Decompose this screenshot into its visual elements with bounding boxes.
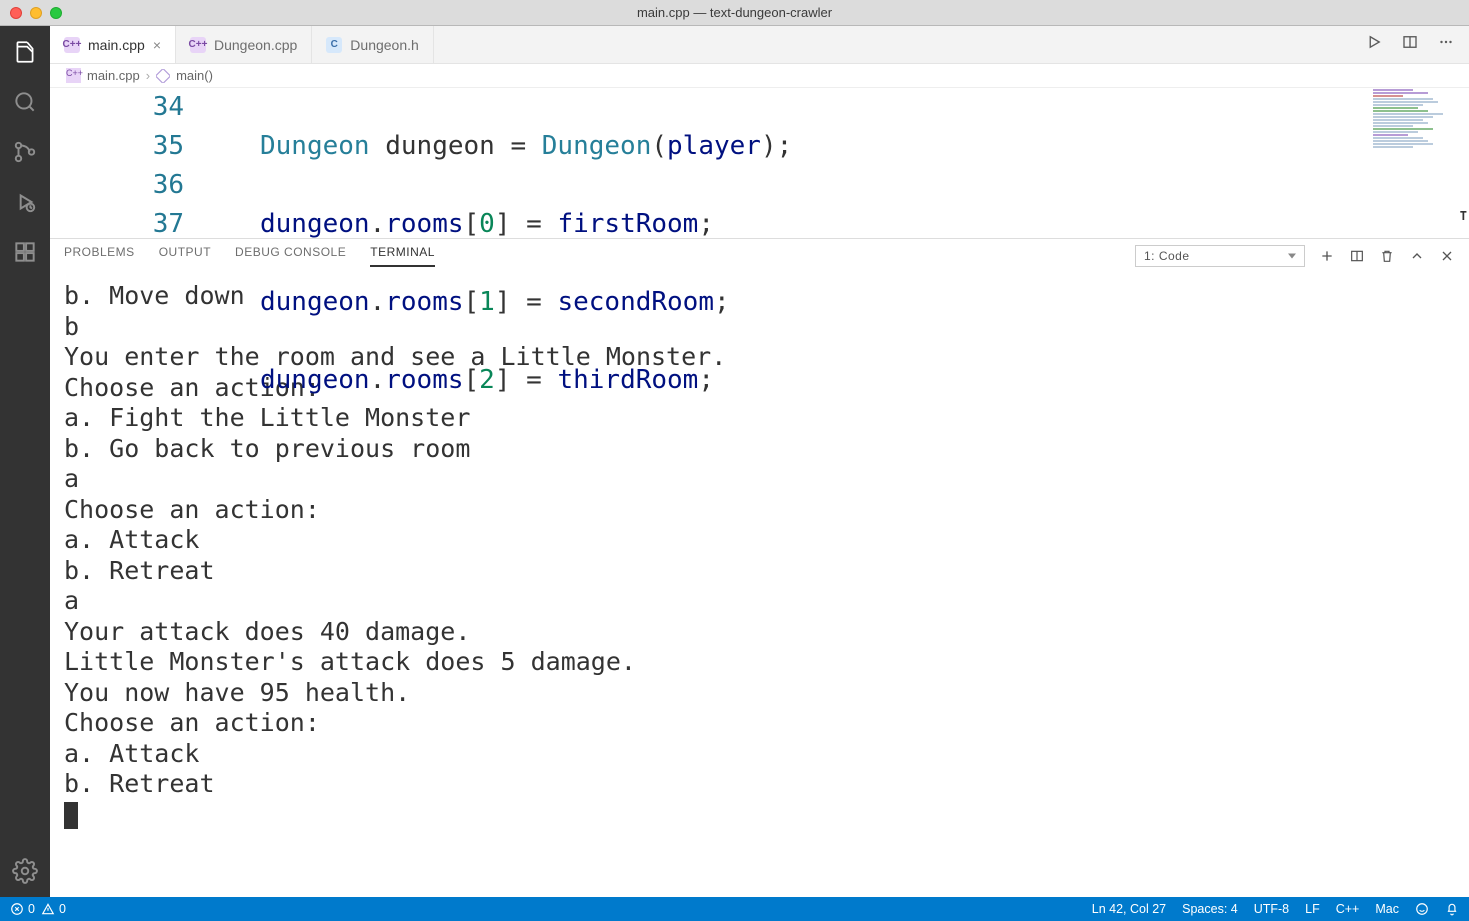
status-encoding[interactable]: UTF-8 xyxy=(1254,902,1289,916)
status-errors[interactable]: 0 xyxy=(10,902,35,916)
split-editor-icon[interactable] xyxy=(1401,33,1419,56)
line-gutter: 34 35 36 37 xyxy=(50,88,210,238)
cpp-file-icon: C++ xyxy=(66,68,81,83)
tab-label: Dungeon.h xyxy=(350,37,419,53)
status-language[interactable]: C++ xyxy=(1336,902,1360,916)
editor-tabs: C++ main.cpp × C++ Dungeon.cpp C Dungeon… xyxy=(50,26,1469,64)
run-icon[interactable] xyxy=(1365,33,1383,56)
window-titlebar: main.cpp — text-dungeon-crawler xyxy=(0,0,1469,26)
h-file-icon: C xyxy=(326,37,342,53)
source-control-icon[interactable] xyxy=(11,138,39,166)
line-number: 36 xyxy=(50,166,184,205)
terminal-cursor xyxy=(64,802,78,829)
status-warnings[interactable]: 0 xyxy=(41,902,66,916)
status-indent[interactable]: Spaces: 4 xyxy=(1182,902,1238,916)
settings-gear-icon[interactable] xyxy=(11,857,39,885)
code-content[interactable]: Dungeon dungeon = Dungeon(player); dunge… xyxy=(210,88,1469,238)
status-os[interactable]: Mac xyxy=(1375,902,1399,916)
breadcrumb-symbol: main() xyxy=(176,68,213,83)
status-eol[interactable]: LF xyxy=(1305,902,1320,916)
tab-dungeon-cpp[interactable]: C++ Dungeon.cpp xyxy=(176,26,312,63)
breadcrumb[interactable]: C++ main.cpp › main() xyxy=(50,64,1469,88)
status-cursor-pos[interactable]: Ln 42, Col 27 xyxy=(1092,902,1166,916)
line-number: 37 xyxy=(50,205,184,244)
editor-area: C++ main.cpp × C++ Dungeon.cpp C Dungeon… xyxy=(50,26,1469,897)
close-window-button[interactable] xyxy=(10,7,22,19)
tab-main-cpp[interactable]: C++ main.cpp × xyxy=(50,26,176,63)
minimap-badge: T xyxy=(1460,197,1467,236)
symbol-function-icon xyxy=(156,69,170,83)
panel-tab-output[interactable]: OUTPUT xyxy=(159,245,211,267)
tab-label: main.cpp xyxy=(88,37,145,53)
notifications-icon[interactable] xyxy=(1445,902,1459,916)
tab-label: Dungeon.cpp xyxy=(214,37,297,53)
search-icon[interactable] xyxy=(11,88,39,116)
panel-tab-problems[interactable]: PROBLEMS xyxy=(64,245,135,267)
line-number: 34 xyxy=(50,88,184,127)
activity-bar xyxy=(0,26,50,897)
close-tab-icon[interactable]: × xyxy=(153,37,161,53)
minimize-window-button[interactable] xyxy=(30,7,42,19)
editor-actions xyxy=(1365,26,1469,63)
window-title: main.cpp — text-dungeon-crawler xyxy=(0,5,1469,20)
window-controls xyxy=(0,7,62,19)
status-bar: 0 0 Ln 42, Col 27 Spaces: 4 UTF-8 LF C++… xyxy=(0,897,1469,921)
explorer-icon[interactable] xyxy=(11,38,39,66)
maximize-window-button[interactable] xyxy=(50,7,62,19)
feedback-icon[interactable] xyxy=(1415,902,1429,916)
line-number: 35 xyxy=(50,127,184,166)
cpp-file-icon: C++ xyxy=(190,37,206,53)
cpp-file-icon: C++ xyxy=(64,37,80,53)
code-editor[interactable]: 34 35 36 37 Dungeon dungeon = Dungeon(pl… xyxy=(50,88,1469,238)
chevron-right-icon: › xyxy=(146,68,150,83)
debug-icon[interactable] xyxy=(11,188,39,216)
minimap[interactable]: T xyxy=(1369,88,1469,238)
extensions-icon[interactable] xyxy=(11,238,39,266)
breadcrumb-file: main.cpp xyxy=(87,68,140,83)
tab-dungeon-h[interactable]: C Dungeon.h xyxy=(312,26,434,63)
terminal-selector[interactable]: 1: Code xyxy=(1135,245,1305,267)
more-icon[interactable] xyxy=(1437,33,1455,56)
